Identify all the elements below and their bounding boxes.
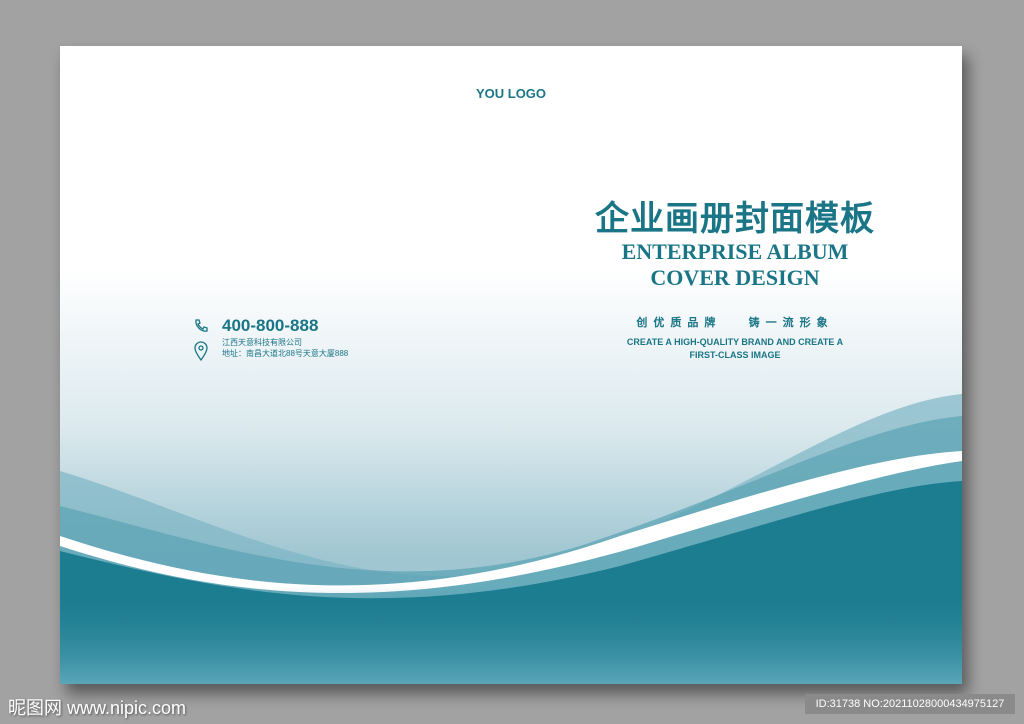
company-address: 地址：南昌大道北88号天意大厦888 <box>222 349 349 358</box>
album-cover: YOU LOGO 企业画册封面模板 ENTERPRISE ALBUM COVER … <box>60 46 962 684</box>
slogan-cn: 创优质品牌 铸一流形象 <box>580 314 890 330</box>
phone-icon <box>195 319 208 332</box>
location-icon <box>194 341 208 362</box>
title-en-line-1: ENTERPRISE ALBUM <box>621 239 849 264</box>
company-name: 江西天意科技有限公司 <box>222 338 302 347</box>
title-cn: 企业画册封面模板 <box>595 199 875 239</box>
title-en: ENTERPRISE ALBUM COVER DESIGN <box>580 239 890 291</box>
company-info: 江西天意科技有限公司地址：南昌大道北88号天意大厦888 <box>222 337 348 359</box>
slogan-cn-1: 创优质品牌 <box>636 317 722 329</box>
phone-number: 400-800-888 <box>222 316 319 335</box>
slogan-en: CREATE A HIGH-QUALITY BRAND AND CREATE A… <box>626 337 844 360</box>
watermark-id: ID:31738 NO:20211028000434975127 <box>805 694 1015 714</box>
slogan-cn-2: 铸一流形象 <box>748 317 834 329</box>
logo-text: YOU LOGO <box>475 86 547 101</box>
title-en-line-2: COVER DESIGN <box>650 265 820 290</box>
wave-decoration <box>60 394 962 684</box>
watermark-site: 昵图网 www.nipic.com <box>8 698 187 718</box>
